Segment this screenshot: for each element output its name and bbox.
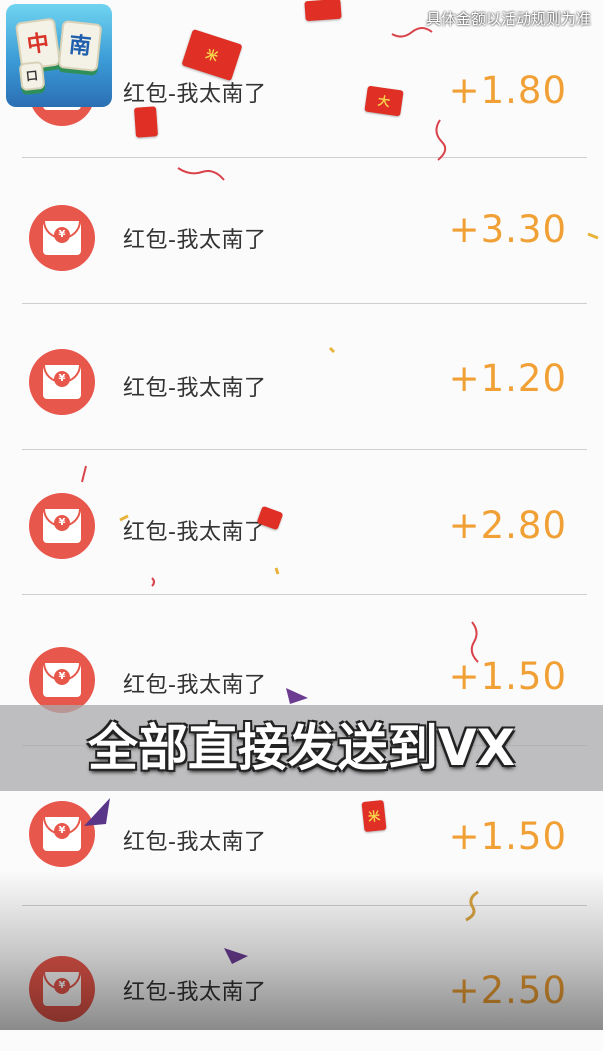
mahjong-tile: 南: [57, 20, 103, 72]
confetti-decoration-icon: [81, 27, 599, 964]
caption-banner: 全部直接发送到VX: [0, 705, 603, 791]
mahjong-tile: 口: [18, 60, 46, 92]
disclaimer-note: 具体金额以活动规则为准: [425, 10, 591, 28]
mahjong-app-icon: 中 南 口: [6, 4, 112, 107]
caption-text: 全部直接发送到VX: [87, 719, 516, 777]
